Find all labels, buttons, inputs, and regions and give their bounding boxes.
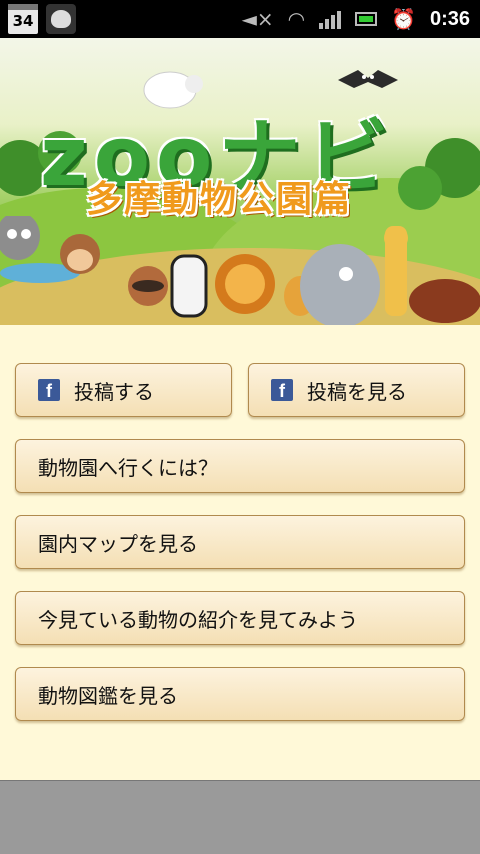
directions-button[interactable]: 動物園へ行くには？ — [15, 439, 465, 493]
park-map-button-label: 園内マップを見る — [38, 531, 198, 556]
animals-illustration — [0, 216, 480, 325]
calendar-icon: 34 — [8, 4, 38, 34]
alarm-icon: ⏰ — [391, 7, 416, 31]
current-animal-button[interactable]: 今見ている動物の紹介を見てみよう — [15, 591, 465, 645]
encyclopedia-button-label: 動物図鑑を見る — [38, 683, 178, 708]
facebook-icon: f — [271, 379, 293, 401]
app-notification-icon — [46, 4, 76, 34]
directions-button-label: 動物園へ行くには？ — [38, 455, 218, 480]
mute-icon: ◄× — [241, 7, 274, 31]
battery-icon — [355, 12, 378, 26]
view-posts-button[interactable]: f 投稿を見る — [248, 363, 465, 417]
encyclopedia-button[interactable]: 動物図鑑を見る — [15, 667, 465, 721]
status-bar: 34 ◄× ◠ ⏰ 0:36 — [0, 0, 480, 38]
facebook-icon: f — [38, 379, 60, 401]
post-button-label: 投稿する — [74, 379, 154, 404]
post-button[interactable]: f 投稿する — [15, 363, 232, 417]
current-animal-button-label: 今見ている動物の紹介を見てみよう — [38, 607, 358, 632]
wifi-icon: ◠ — [287, 7, 306, 31]
view-posts-button-label: 投稿を見る — [307, 379, 407, 404]
app-subtitle: 多摩動物公園篇 — [86, 179, 353, 220]
signal-icon — [319, 9, 342, 29]
bottom-bar — [0, 780, 480, 854]
zoo-banner: zooナビ 多摩動物公園篇 — [0, 38, 480, 325]
park-map-button[interactable]: 園内マップを見る — [15, 515, 465, 569]
clock: 0:36 — [429, 7, 470, 30]
